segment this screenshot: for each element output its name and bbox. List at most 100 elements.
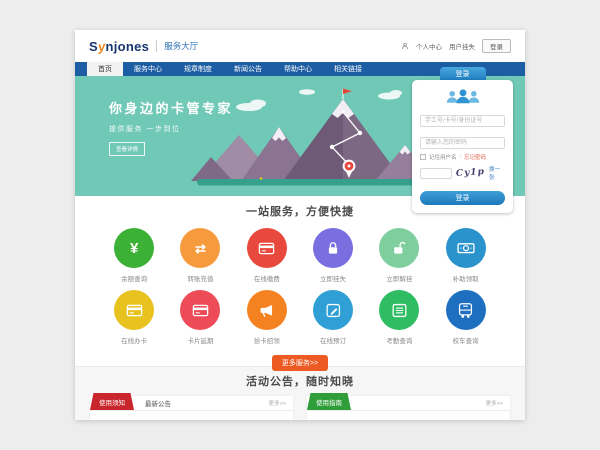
guide-more-link[interactable]: 更多>> — [486, 399, 503, 407]
lock-icon — [324, 239, 342, 257]
header-right: 个人中心 用户挂失 登录 — [401, 39, 511, 53]
hero-title: 你身边的卡管专家 — [109, 98, 233, 117]
transfer-icon: ⇄ — [195, 242, 206, 255]
service-card-apply[interactable]: 在线办卡 — [101, 290, 167, 345]
nav-item-news[interactable]: 新闻公告 — [223, 62, 273, 76]
service-card-extension[interactable]: 卡片延期 — [167, 290, 233, 345]
guide-panel-header: 使用指南 更多>> — [307, 396, 510, 411]
service-transfer[interactable]: ⇄ 转账充值 — [167, 228, 233, 283]
more-services-button[interactable]: 更多服务>> — [272, 355, 328, 371]
personal-center-link[interactable]: 个人中心 — [416, 41, 442, 51]
hero-cta-button[interactable]: 查看详情 — [109, 142, 145, 156]
service-label: 卡片延期 — [167, 335, 233, 345]
notice-more-link[interactable]: 更多>> — [269, 399, 286, 407]
header-login-button[interactable]: 登录 — [482, 39, 511, 53]
service-label: 在线缴费 — [234, 273, 300, 283]
hero-subtitle: 提供服务 一步到位 — [109, 124, 233, 134]
service-label: 余额查询 — [101, 273, 167, 283]
hero-text: 你身边的卡管专家 提供服务 一步到位 查看详情 — [109, 98, 233, 156]
users-icon — [420, 87, 505, 105]
service-label: 补助领取 — [432, 273, 498, 283]
service-report-loss[interactable]: 立即挂失 — [300, 228, 366, 283]
password-input[interactable] — [420, 137, 505, 149]
service-label: 立即挂失 — [300, 273, 366, 283]
login-submit-button[interactable]: 登录 — [420, 191, 505, 205]
user-icon — [401, 42, 409, 50]
logo[interactable]: Synjones 服务大厅 — [89, 39, 198, 54]
usage-notice-tab[interactable]: 使用须知 — [90, 393, 134, 410]
service-circle[interactable] — [180, 290, 220, 330]
service-circle[interactable] — [446, 290, 486, 330]
bank-card-icon — [257, 239, 276, 258]
service-label: 在线办卡 — [101, 335, 167, 345]
captcha-image[interactable]: Cy1p — [456, 167, 486, 179]
header: Synjones 服务大厅 个人中心 用户挂失 登录 — [75, 30, 525, 62]
services-grid: ¥ 余额查询 ⇄ 转账充值 在线缴费 立即挂失 — [75, 219, 525, 352]
cloud-shapes — [236, 89, 402, 111]
captcha-refresh-link[interactable]: 换一张 — [489, 165, 505, 181]
service-circle[interactable] — [114, 290, 154, 330]
remember-label: 记住用户名 — [429, 153, 457, 161]
service-unfreeze[interactable]: 立即解挂 — [366, 228, 432, 283]
username-input[interactable] — [420, 115, 505, 127]
service-label: 拾卡招领 — [234, 335, 300, 345]
forgot-password-link[interactable]: 忘记密码 — [464, 153, 486, 161]
login-panel: 登录 记住用户名 | 忘记密码 — [412, 67, 513, 213]
nav-item-help[interactable]: 帮助中心 — [273, 62, 323, 76]
service-circle[interactable]: ¥ — [114, 228, 154, 268]
user-loss-link[interactable]: 用户挂失 — [449, 41, 475, 51]
guide-panel: 使用指南 更多>> — [307, 396, 510, 420]
remember-checkbox[interactable] — [420, 154, 426, 160]
announcements-title: 活动公告，随时知晓 — [75, 373, 525, 389]
yen-icon: ¥ — [130, 241, 138, 256]
summit-flag — [343, 89, 352, 95]
usage-guide-tab[interactable]: 使用指南 — [307, 393, 351, 410]
service-balance[interactable]: ¥ 余额查询 — [101, 228, 167, 283]
bus-icon — [456, 301, 475, 320]
bank-card-icon — [191, 301, 210, 320]
nav-item-service-center[interactable]: 服务中心 — [123, 62, 173, 76]
nav-item-rules[interactable]: 规章制度 — [173, 62, 223, 76]
services-section: 一站服务，方便快捷 ¥ 余额查询 ⇄ 转账充值 在线缴费 立即挂失 — [75, 196, 525, 366]
announcements-section: 活动公告，随时知晓 使用须知 最新公告 更多>> 使用指南 更多>> — [75, 366, 525, 420]
site-title: 服务大厅 — [156, 40, 198, 52]
logo-text: Synjones — [89, 39, 149, 54]
service-label: 校车查询 — [432, 335, 498, 345]
site-container: Synjones 服务大厅 个人中心 用户挂失 登录 首页 服务中心 规章制度 … — [75, 30, 525, 420]
service-found-card[interactable]: 拾卡招领 — [234, 290, 300, 345]
service-circle[interactable] — [379, 228, 419, 268]
service-label: 立即解挂 — [366, 273, 432, 283]
service-circle[interactable] — [313, 228, 353, 268]
service-online-booking[interactable]: 在线预订 — [300, 290, 366, 345]
attendance-icon — [390, 301, 409, 320]
login-form: 记住用户名 | 忘记密码 Cy1p 换一张 登录 — [412, 80, 513, 213]
service-circle[interactable] — [313, 290, 353, 330]
unlock-icon — [390, 239, 408, 257]
remember-row: 记住用户名 | 忘记密码 — [420, 153, 505, 161]
service-circle[interactable] — [379, 290, 419, 330]
service-school-bus[interactable]: 校车查询 — [432, 290, 498, 345]
nav-item-links[interactable]: 相关链接 — [323, 62, 373, 76]
separator: | — [460, 154, 461, 160]
service-label: 转账充值 — [167, 273, 233, 283]
service-attendance[interactable]: 考勤查询 — [366, 290, 432, 345]
service-online-payment[interactable]: 在线缴费 — [234, 228, 300, 283]
announcement-panels: 使用须知 最新公告 更多>> 使用指南 更多>> — [75, 389, 525, 420]
service-circle[interactable]: ⇄ — [180, 228, 220, 268]
latest-announcements-tab[interactable]: 最新公告 — [145, 398, 171, 408]
captcha-input[interactable] — [420, 168, 452, 179]
login-tab[interactable]: 登录 — [440, 67, 486, 80]
captcha-row: Cy1p 换一张 — [420, 165, 505, 181]
notice-panel-header: 使用须知 最新公告 更多>> — [90, 396, 293, 411]
service-circle[interactable] — [446, 228, 486, 268]
nav-item-home[interactable]: 首页 — [87, 62, 123, 76]
hero-banner: 你身边的卡管专家 提供服务 一步到位 查看详情 — [75, 76, 525, 196]
service-circle[interactable] — [247, 228, 287, 268]
service-circle[interactable] — [247, 290, 287, 330]
service-label: 在线预订 — [300, 335, 366, 345]
logo-arrow-mark: y — [97, 38, 106, 54]
banknote-icon — [456, 238, 476, 258]
bank-card-icon — [125, 301, 144, 320]
edit-icon — [324, 301, 343, 320]
service-subsidy[interactable]: 补助领取 — [432, 228, 498, 283]
